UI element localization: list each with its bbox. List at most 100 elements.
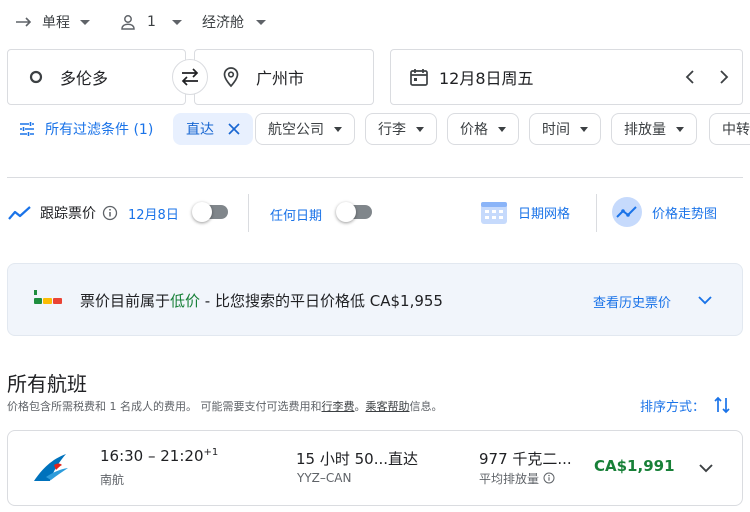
arrow-right-icon — [16, 17, 32, 27]
price-graph-button[interactable]: 价格走势图 — [612, 196, 717, 228]
filter-chip-nonstop[interactable]: 直达 — [173, 113, 253, 145]
swap-button[interactable] — [172, 59, 208, 95]
filter-chip-emissions[interactable]: 排放量 — [611, 113, 697, 145]
any-dates-toggle[interactable] — [336, 202, 372, 222]
origin-value: 多伦多 — [60, 69, 109, 88]
duration-value: 15 小时 50... — [296, 450, 389, 468]
sort-button[interactable]: 排序方式： — [640, 395, 731, 415]
destination-value: 广州市 — [256, 69, 305, 88]
subtitle-text: 。 — [354, 400, 366, 413]
chevron-down-icon — [171, 19, 182, 25]
passenger-assistance-link[interactable]: 乘客帮助 — [366, 400, 410, 413]
results-subtitle: 价格包含所需税费和 1 名成人的费用。 可能需要支付可选费用和行李费。乘客帮助信… — [7, 398, 443, 414]
chip-label: 行李 — [378, 122, 406, 138]
flight-price: CA$1,991 — [594, 457, 675, 475]
toggle-knob — [336, 202, 356, 222]
chevron-down-icon — [256, 19, 266, 25]
nonstop-chip-label: 直达 — [186, 122, 214, 138]
chevron-down-icon — [80, 19, 90, 25]
airline-name: 南航 — [100, 473, 125, 487]
chevron-down-icon[interactable] — [698, 462, 714, 474]
emissions-value: 977 千克二... — [479, 450, 572, 468]
date-grid-label: 日期网格 — [518, 206, 571, 222]
calendar-icon — [410, 69, 428, 86]
track-prices: 跟踪票价 12月8日 — [8, 203, 179, 223]
stops-value: 直达 — [388, 450, 419, 468]
chevron-left-icon — [685, 70, 694, 84]
destination-field[interactable]: 广州市 — [194, 49, 374, 105]
trip-type-label: 单程 — [42, 15, 70, 31]
emissions-label: 平均排放量 — [479, 471, 540, 486]
passengers-count: 1 — [147, 14, 156, 30]
price-insight-banner: 票价目前属于低价 - 比您搜索的平日价格低 CA$1,955 查看历史票价 — [7, 263, 743, 336]
info-icon[interactable] — [102, 205, 118, 221]
passengers-select[interactable]: 1 — [119, 10, 182, 34]
price-level: 低价 — [170, 292, 201, 310]
origin-circle-icon — [29, 70, 43, 84]
filter-chip-price[interactable]: 价格 — [447, 113, 519, 145]
route-codes: YYZ–CAN — [297, 471, 352, 485]
date-field[interactable]: 12月8日周五 — [390, 49, 743, 105]
tune-icon — [20, 122, 34, 136]
cabin-select[interactable]: 经济舱 — [202, 10, 266, 34]
day-offset: +1 — [203, 447, 219, 458]
chevron-right-icon — [720, 70, 729, 84]
results-title: 所有航班 — [7, 372, 87, 396]
filter-chip-bags[interactable]: 行李 — [365, 113, 437, 145]
trending-icon — [8, 206, 31, 220]
chip-label: 时间 — [542, 122, 570, 138]
prev-date-button[interactable] — [683, 68, 697, 86]
subtitle-text: 价格包含所需税费和 1 名成人的费用。 可能需要支付可选费用和 — [7, 400, 322, 413]
date-grid-icon — [481, 202, 507, 224]
chip-label: 价格 — [460, 122, 488, 138]
origin-field[interactable]: 多伦多 — [7, 49, 186, 105]
toggle-knob — [192, 202, 212, 222]
chip-label: 排放量 — [624, 122, 666, 138]
price-level-icon — [34, 290, 62, 304]
flight-times: 16:30 – 21:20+1 — [100, 447, 218, 465]
track-prices-label: 跟踪票价 — [40, 206, 96, 222]
all-filters-button[interactable]: 所有过滤条件 (1) — [19, 119, 153, 139]
swap-arrows-icon — [181, 68, 199, 86]
close-icon[interactable] — [228, 123, 240, 135]
date-value: 12月8日周五 — [439, 69, 534, 88]
vertical-divider — [596, 194, 597, 232]
trip-type-select[interactable]: 单程 — [14, 10, 90, 34]
emissions-info: 平均排放量 — [479, 470, 555, 486]
bag-fees-link[interactable]: 行李费 — [322, 400, 355, 413]
chip-label: 航空公司 — [268, 122, 324, 138]
next-date-button[interactable] — [717, 68, 731, 86]
vertical-divider — [248, 194, 249, 232]
airline-logo-icon — [34, 454, 68, 481]
chevron-down-icon — [580, 126, 588, 132]
chevron-down-icon — [498, 126, 506, 132]
insight-prefix: 票价目前属于 — [80, 292, 171, 310]
any-dates-label: 任何日期 — [270, 209, 323, 224]
flight-result-card[interactable]: 16:30 – 21:20+1 南航 15 小时 50...直达 YYZ–CAN… — [7, 430, 743, 506]
price-insight-text: 票价目前属于低价 - 比您搜索的平日价格低 CA$1,955 — [80, 290, 443, 311]
track-date-toggle[interactable] — [192, 202, 228, 222]
cabin-label: 经济舱 — [202, 15, 244, 31]
sort-icon — [714, 396, 730, 414]
filter-chip-airlines[interactable]: 航空公司 — [255, 113, 355, 145]
info-icon[interactable] — [543, 472, 555, 484]
price-graph-label: 价格走势图 — [652, 206, 718, 222]
all-filters-label: 所有过滤条件 (1) — [45, 122, 154, 138]
subtitle-text: 信息。 — [409, 400, 443, 413]
filter-chip-times[interactable]: 时间 — [529, 113, 601, 145]
track-date: 12月8日 — [128, 207, 179, 223]
chip-label: 中转 — [722, 122, 750, 138]
departure-arrival-times: 16:30 – 21:20 — [100, 447, 204, 465]
filter-chip-connecting[interactable]: 中转 — [709, 113, 750, 145]
date-grid-button[interactable]: 日期网格 — [480, 198, 570, 226]
chevron-down-icon[interactable] — [697, 294, 713, 306]
chevron-down-icon — [334, 126, 342, 132]
location-pin-icon — [223, 67, 239, 88]
price-graph-icon — [612, 197, 642, 227]
chevron-down-icon — [676, 126, 684, 132]
sort-label: 排序方式： — [640, 399, 706, 415]
insight-suffix: - 比您搜索的平日价格低 CA$1,955 — [200, 292, 443, 310]
section-divider — [7, 177, 743, 178]
view-price-history-link[interactable]: 查看历史票价 — [593, 292, 671, 311]
flight-duration: 15 小时 50...直达 — [296, 448, 418, 469]
